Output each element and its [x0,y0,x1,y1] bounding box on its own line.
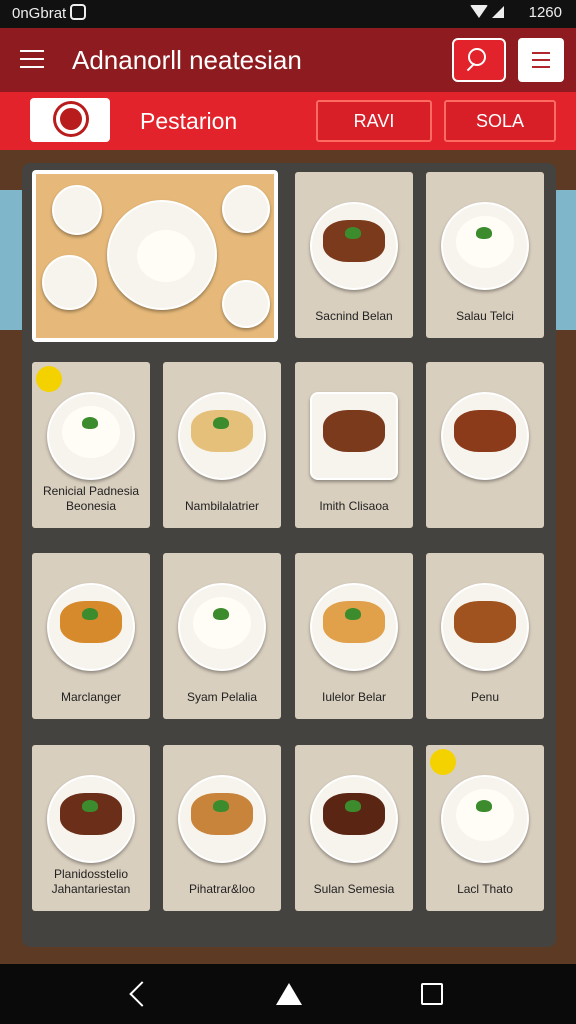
app-bar: Adnanorll neatesian [0,28,576,92]
back-icon[interactable] [129,981,155,1007]
menu-card[interactable]: Sulan Semesia [295,745,413,911]
recent-apps-icon[interactable] [421,983,443,1005]
status-time: 1260 [528,4,562,21]
dish-name: Salau Telci [456,309,514,323]
dish-name: Sacnind Belan [315,309,393,323]
wifi-icon [470,5,488,18]
dish-name: Renicial Padnesia Beonesia [42,484,140,513]
dish-name: Marclanger [60,690,122,704]
menu-card[interactable]: Lacl Thato [426,745,544,911]
dish-name: Iulelor Belar [321,690,387,704]
dish-name: Sulan Semesia [313,882,395,896]
brand-logo [30,98,110,142]
status-left-text: 0nGbrat [12,5,67,22]
featured-dish-card[interactable] [32,170,278,342]
menu-card[interactable]: Penu [426,553,544,719]
menu-card[interactable]: Iulelor Belar [295,553,413,719]
flower-logo-icon [56,104,86,134]
tab-sola[interactable]: SOLA [444,100,556,142]
signal-icon [492,6,504,18]
menu-card[interactable]: Pihatrar&loo [163,745,281,911]
tab-ravi[interactable]: RAVI [316,100,432,142]
category-title: Pestarion [140,108,238,134]
menu-card[interactable]: Syam Pelalia [163,553,281,719]
menu-card[interactable]: Renicial Padnesia Beonesia [32,362,150,528]
camera-icon [70,4,86,20]
dish-name: Planidosstelio Jahantariestan [51,867,131,896]
status-bar: 0nGbrat 1260 [0,0,576,28]
menu-card[interactable]: Sacnind Belan [295,172,413,338]
dish-name: Syam Pelalia [186,690,258,704]
list-view-button[interactable] [518,38,564,82]
menu-grid-panel: Sacnind Belan Salau Telci Renicial Padne… [22,163,556,947]
dish-name: Lacl Thato [457,882,513,896]
home-icon[interactable] [276,983,302,1005]
menu-card[interactable]: Nambilalatrier [163,362,281,528]
search-button[interactable] [452,38,506,82]
dish-name: Nambilalatrier [184,499,260,513]
menu-card[interactable]: Marclanger [32,553,150,719]
dish-name: Pihatrar&loo [188,882,256,896]
dish-name: Penu [470,690,500,704]
system-nav-bar [0,964,576,1024]
hamburger-menu-icon[interactable] [20,50,44,70]
menu-card[interactable]: Imith Clisaoa [295,362,413,528]
search-icon [468,48,486,66]
spicy-badge-icon [36,366,62,392]
menu-card[interactable]: Salau Telci [426,172,544,338]
dish-name: Imith Clisaoa [319,499,389,513]
app-title: Adnanorll neatesian [72,45,302,75]
menu-card[interactable] [426,362,544,528]
category-bar: Pestarion RAVI SOLA [0,92,576,150]
spicy-badge-icon [430,749,456,775]
menu-card[interactable]: Planidosstelio Jahantariestan [32,745,150,911]
